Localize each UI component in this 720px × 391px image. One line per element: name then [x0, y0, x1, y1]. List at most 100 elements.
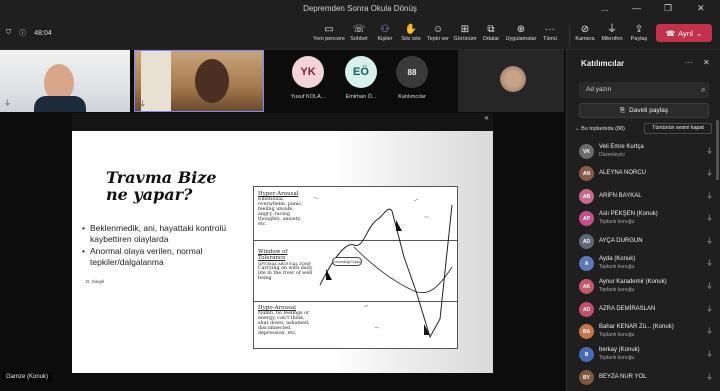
section-label: Bu toplantıda (88) — [581, 126, 625, 132]
mic-off-icon: ⏚ — [706, 148, 713, 155]
more-button[interactable]: ··· Tümü — [533, 23, 567, 42]
participant-name: ALEYNA NORCU — [599, 170, 647, 176]
invite-label: Daveti paylaş — [629, 107, 669, 114]
mic-off-icon: ⏚ — [706, 374, 713, 381]
new-window-button[interactable]: ▭ Yeni pencere — [312, 23, 346, 42]
participant-role: Düzenleyici — [599, 152, 625, 158]
mute-all-button[interactable]: Tümünün sesini kapat — [644, 123, 712, 134]
rooms-button[interactable]: ⧉ Odalar — [474, 23, 508, 42]
mic-off-icon: ⏚ — [139, 101, 146, 108]
panel-scrollbar[interactable] — [716, 120, 719, 180]
mic-off-icon: ⏚ — [706, 306, 713, 313]
participant-name: AYÇA DURGUN — [599, 238, 643, 244]
mic-off-icon: ⏚ — [706, 328, 713, 335]
participant-row[interactable]: AB ARİFN BAYKAL ⏚ — [579, 187, 719, 207]
participant-name: Bahar KENAR Zü... (Konuk) — [599, 324, 674, 330]
participant-name: BEYZA NUR YOL — [599, 374, 647, 380]
participant-name: Emirhan Ö... — [345, 94, 377, 100]
share-button[interactable]: ⇪ Paylaş — [622, 23, 656, 42]
leave-button[interactable]: ☎ Ayrıl ⌄ — [656, 24, 712, 42]
participant-tile[interactable]: YK Yusuf KOLA... — [284, 56, 332, 100]
avatar: A — [579, 256, 594, 271]
mic-off-icon: ⏚ — [706, 193, 713, 200]
participant-row[interactable]: BY BEYZA NUR YOL ⏚ — [579, 368, 719, 388]
mic-off-icon: ⏚ — [706, 260, 713, 267]
participant-role: Toplantı konuğu — [599, 332, 635, 338]
participant-row[interactable]: VK Veli Emre Kurtça Düzenleyici ⏚ — [579, 142, 719, 162]
slide-bullets: Beklenmedik, ani, hayattaki kontrolü kay… — [82, 223, 242, 269]
slide-top-strip — [72, 113, 493, 131]
avatar: AP — [579, 211, 594, 226]
participant-row[interactable]: AD AZRA DEMİRASLAN ⏚ — [579, 300, 719, 320]
participant-row[interactable]: A Ayda (Konuk) Toplantı konuğu ⏚ — [579, 254, 719, 274]
participant-tile[interactable]: EÖ Emirhan Ö... — [337, 56, 385, 100]
participants-overflow-tile[interactable]: 88 Katılımcılar — [388, 56, 436, 100]
participant-row[interactable]: AP Aslı PEKŞEN (Konuk) Toplantı konuğu ⏚ — [579, 209, 719, 229]
raise-hand-label: Söz iste — [401, 36, 421, 42]
minimize-icon[interactable]: — — [632, 3, 641, 13]
avatar: EÖ — [345, 56, 377, 88]
mic-off-icon: ⏚ — [706, 170, 713, 177]
maximize-icon[interactable]: ❐ — [664, 3, 672, 14]
tolerance-diagram: Hyper-Arousal Emotional, overwhelm, pani… — [253, 186, 458, 349]
close-icon[interactable]: ✕ — [484, 115, 489, 122]
participant-name: Aslı PEKŞEN (Konuk) — [599, 211, 658, 217]
participant-name: AZRA DEMİRASLAN — [599, 306, 656, 312]
mic-off-icon: ⏚ — [4, 100, 11, 107]
react-label: Tepki ver — [426, 36, 449, 42]
participant-row[interactable]: Bberkay (Konuk) Toplantı konuğu ⏚ — [579, 345, 719, 365]
arousal-wave — [313, 196, 453, 339]
mic-off-icon: ⏚ — [706, 351, 713, 358]
participant-row[interactable]: AN ALEYNA NORCU ⏚ — [579, 164, 719, 184]
avatar: BY — [579, 370, 594, 385]
more-options-icon[interactable]: ··· — [685, 58, 693, 67]
participant-row[interactable]: BA Bahar KENAR Zü... (Konuk) Toplantı konu… — [579, 322, 719, 342]
chat-label: Sohbet — [350, 36, 368, 42]
mic-off-icon: ⏚ — [706, 238, 713, 245]
overflow-label: Katılımcılar — [398, 94, 426, 100]
microphone-label: Mikrofon — [601, 36, 623, 42]
grounding-callout: Grounding/Coping — [332, 257, 362, 266]
avatar: AK — [579, 279, 594, 294]
people-label: Kişiler — [377, 36, 393, 42]
panel-title: Katılımcılar — [581, 59, 625, 68]
more-options-icon[interactable]: ... — [601, 3, 609, 13]
video-tile-active[interactable]: ⏚ — [134, 50, 264, 112]
slide-title: Travma Bize ne yapar? — [106, 169, 217, 203]
participant-name: Yusuf KOLA... — [290, 94, 326, 100]
slide-title-line: Travma Bize — [106, 168, 217, 187]
participant-video — [195, 59, 229, 103]
leave-label: Ayrıl — [678, 28, 693, 38]
more-icon: ··· — [545, 24, 555, 35]
more-label: Tümü — [542, 36, 558, 42]
share-icon: ⇪ — [634, 24, 644, 35]
share-invite-button[interactable]: ⎘ Daveti paylaş — [579, 103, 709, 118]
self-avatar — [500, 66, 526, 92]
participant-search-input[interactable]: Ad yazın — [579, 82, 709, 98]
chevron-down-icon: ⌄ — [695, 28, 703, 38]
shield-icon: ⛉ — [6, 29, 12, 36]
video-tile[interactable]: ⏚ — [0, 50, 130, 112]
avatar: BA — [579, 324, 594, 339]
close-icon[interactable]: ✕ — [703, 58, 710, 67]
self-video-tile[interactable] — [458, 50, 564, 112]
participant-row[interactable]: AD AYÇA DURGUN ⏚ — [579, 232, 719, 252]
avatar: AD — [579, 302, 594, 317]
participant-row[interactable]: AK Aynur Karademir (Konuk) Toplantı konuğu… — [579, 277, 719, 297]
title-bar: Depremden Sonra Okula Dönüş ... — ❐ ✕ — [0, 0, 720, 20]
avatar: AB — [579, 189, 594, 204]
mic-off-icon: ⏚ — [706, 215, 713, 222]
speaker-name-chip: Gamze (Konuk) — [2, 372, 53, 382]
slide-credit: D. Siegel — [86, 279, 105, 284]
meeting-status: ⛉ ⓘ 48:04 — [6, 28, 52, 38]
participants-panel: Katılımcılar ··· ✕ Ad yazın ⌕ ⎘ Daveti p… — [566, 50, 720, 391]
participant-name: berkay (Konuk) — [599, 347, 640, 353]
participant-role: Toplantı konuğu — [599, 355, 635, 361]
overflow-count: 88 — [396, 56, 428, 88]
avatar: B — [579, 347, 594, 362]
participant-video-body — [34, 96, 86, 112]
info-icon[interactable]: ⓘ — [19, 28, 26, 38]
section-header[interactable]: ⌄ Bu toplantıda (88) — [575, 126, 625, 132]
close-icon[interactable]: ✕ — [697, 3, 705, 14]
shared-slide: ✕ Travma Bize ne yapar? Beklenmedik, ani… — [72, 113, 493, 373]
